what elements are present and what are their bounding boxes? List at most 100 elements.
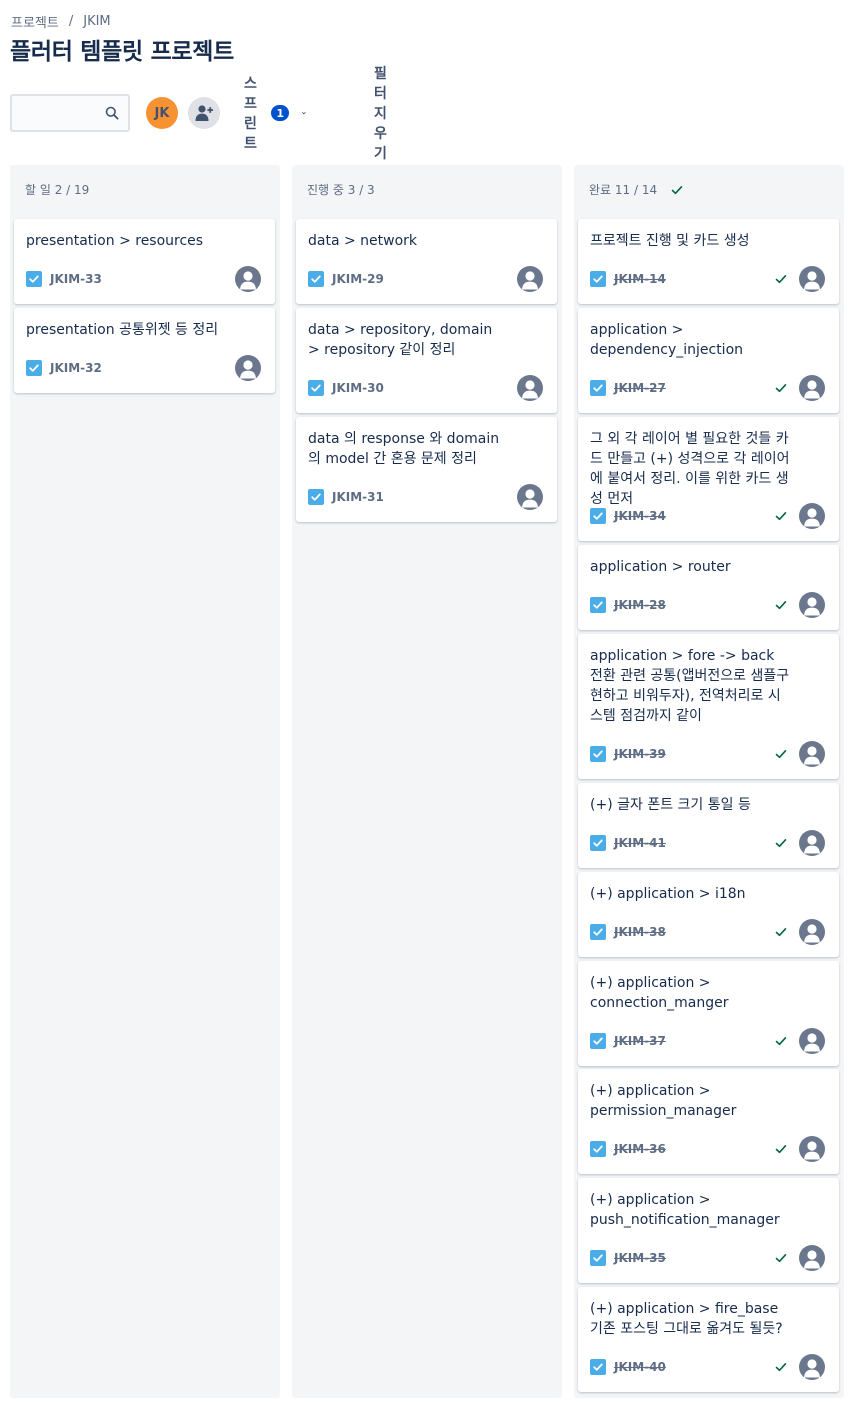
- unassigned-avatar-icon[interactable]: [799, 741, 825, 767]
- issue-card[interactable]: (+) application > fire_base 기존 포스팅 그대로 옮…: [578, 1287, 839, 1392]
- unassigned-avatar-icon[interactable]: [799, 1245, 825, 1271]
- issue-card[interactable]: 그 외 각 레이어 별 필요한 것들 카드 만들고 (+) 성격으로 각 레이어…: [578, 417, 839, 541]
- card-footer: JKIM-40: [590, 1354, 827, 1380]
- column-title: 완료 11 / 14: [589, 183, 658, 197]
- clear-filters-button[interactable]: 필터 지우기: [368, 66, 393, 162]
- issue-key[interactable]: JKIM-37: [614, 1034, 666, 1048]
- issue-card[interactable]: application > dependency_injection JKIM-2…: [578, 308, 839, 413]
- story-type-icon: [590, 271, 606, 287]
- sprint-filter-label: 스프린트: [244, 76, 257, 152]
- unassigned-avatar-icon[interactable]: [799, 592, 825, 618]
- done-check-icon: [775, 1363, 787, 1372]
- breadcrumb-separator: /: [68, 14, 74, 29]
- story-type-icon: [26, 271, 42, 287]
- card-footer: JKIM-34: [590, 503, 827, 529]
- done-check-icon: [775, 384, 787, 393]
- issue-summary: data > network: [308, 233, 418, 249]
- issue-key[interactable]: JKIM-33: [50, 272, 102, 286]
- issue-key[interactable]: JKIM-41: [614, 836, 666, 850]
- done-check-icon: [775, 1145, 787, 1154]
- issue-summary: 그 외 각 레이어 별 필요한 것들 카드 만들고 (+) 성격으로 각 레이어…: [590, 431, 790, 507]
- unassigned-avatar-icon[interactable]: [799, 375, 825, 401]
- card-footer: JKIM-29: [308, 266, 545, 292]
- issue-key[interactable]: JKIM-28: [614, 598, 666, 612]
- issue-summary: (+) application > i18n: [590, 886, 746, 902]
- issue-card[interactable]: (+) application > i18n JKIM-38: [578, 872, 839, 957]
- page-title: 플러터 템플릿 프로젝트: [10, 39, 235, 65]
- card-footer: JKIM-37: [590, 1028, 827, 1054]
- unassigned-avatar-icon[interactable]: [517, 484, 543, 510]
- breadcrumb: 프로젝트 / JKIM: [11, 12, 111, 31]
- issue-summary: data > repository, domain > repository 같…: [308, 322, 493, 358]
- issue-card[interactable]: (+) application > permission_manager JKIM…: [578, 1069, 839, 1174]
- issue-card[interactable]: (+) application > push_notification_mana…: [578, 1178, 839, 1283]
- issue-card[interactable]: data 의 response 와 domain 의 model 간 혼용 문제…: [296, 417, 557, 522]
- unassigned-avatar-icon[interactable]: [235, 355, 261, 381]
- story-type-icon: [308, 489, 324, 505]
- issue-card[interactable]: presentation 공통위젯 등 정리 JKIM-32: [14, 308, 275, 393]
- issue-key[interactable]: JKIM-30: [332, 381, 384, 395]
- unassigned-avatar-icon[interactable]: [799, 1136, 825, 1162]
- done-check-icon: [775, 750, 787, 759]
- done-check-icon: [775, 928, 787, 937]
- issue-card[interactable]: (+) 글자 폰트 크기 통일 등 JKIM-41: [578, 783, 839, 868]
- breadcrumb-project-link[interactable]: JKIM: [83, 14, 110, 29]
- story-type-icon: [590, 508, 606, 524]
- chevron-down-icon: [302, 112, 306, 115]
- unassigned-avatar-icon[interactable]: [799, 919, 825, 945]
- unassigned-avatar-icon[interactable]: [799, 266, 825, 292]
- card-footer: JKIM-27: [590, 375, 827, 401]
- sprint-filter-dropdown[interactable]: 스프린트 1: [238, 76, 313, 152]
- story-type-icon: [590, 380, 606, 396]
- issue-summary: (+) application > fire_base 기존 포스팅 그대로 옮…: [590, 1301, 783, 1337]
- issue-key[interactable]: JKIM-36: [614, 1142, 666, 1156]
- done-check-icon: [775, 839, 787, 848]
- issue-key[interactable]: JKIM-27: [614, 381, 666, 395]
- story-type-icon: [590, 1141, 606, 1157]
- column-done-check-icon: [671, 185, 683, 194]
- issue-summary: 프로젝트 진행 및 카드 생성: [590, 233, 750, 249]
- issue-card[interactable]: data > repository, domain > repository 같…: [296, 308, 557, 413]
- done-check-icon: [775, 511, 787, 521]
- issue-key[interactable]: JKIM-32: [50, 361, 102, 375]
- issue-key[interactable]: JKIM-40: [614, 1360, 666, 1374]
- issue-key[interactable]: JKIM-34: [614, 509, 666, 523]
- issue-card[interactable]: 프로젝트 진행 및 카드 생성 JKIM-14: [578, 219, 839, 304]
- unassigned-avatar-icon[interactable]: [799, 1028, 825, 1054]
- user-avatar-filter[interactable]: JK: [146, 97, 178, 129]
- issue-card[interactable]: (+) application > connection_manger JKIM-…: [578, 961, 839, 1066]
- story-type-icon: [308, 380, 324, 396]
- card-footer: JKIM-30: [308, 375, 545, 401]
- issue-card[interactable]: presentation > resources JKIM-33: [14, 219, 275, 304]
- issue-card[interactable]: application > router JKIM-28: [578, 545, 839, 630]
- issue-key[interactable]: JKIM-39: [614, 747, 666, 761]
- story-type-icon: [590, 597, 606, 613]
- add-people-button[interactable]: [188, 97, 220, 129]
- issue-summary: application > dependency_injection: [590, 322, 744, 358]
- card-footer: JKIM-28: [590, 592, 827, 618]
- unassigned-avatar-icon[interactable]: [799, 1354, 825, 1380]
- search-icon: [105, 106, 119, 120]
- story-type-icon: [590, 1359, 606, 1375]
- unassigned-avatar-icon[interactable]: [517, 375, 543, 401]
- issue-key[interactable]: JKIM-29: [332, 272, 384, 286]
- unassigned-avatar-icon[interactable]: [799, 830, 825, 856]
- unassigned-avatar-icon[interactable]: [799, 503, 825, 529]
- issue-summary: presentation 공통위젯 등 정리: [26, 322, 219, 338]
- column-header: 진행 중 3 / 3: [307, 181, 375, 198]
- story-type-icon: [590, 746, 606, 762]
- breadcrumb-projects-link[interactable]: 프로젝트: [11, 12, 59, 31]
- issue-card[interactable]: data > network JKIM-29: [296, 219, 557, 304]
- issue-summary: (+) application > permission_manager: [590, 1083, 737, 1119]
- unassigned-avatar-icon[interactable]: [517, 266, 543, 292]
- unassigned-avatar-icon[interactable]: [235, 266, 261, 292]
- issue-card[interactable]: application > fore -> back 전환 관련 공통(앱버전으…: [578, 634, 839, 779]
- issue-summary: (+) 글자 폰트 크기 통일 등: [590, 797, 751, 813]
- board-column: 진행 중 3 / 3 data > network JKIM-29 data > re…: [292, 165, 562, 1398]
- card-footer: JKIM-31: [308, 484, 545, 510]
- issue-key[interactable]: JKIM-31: [332, 490, 384, 504]
- done-check-icon: [775, 601, 787, 610]
- issue-key[interactable]: JKIM-35: [614, 1251, 666, 1265]
- issue-key[interactable]: JKIM-38: [614, 925, 666, 939]
- issue-key[interactable]: JKIM-14: [614, 272, 666, 286]
